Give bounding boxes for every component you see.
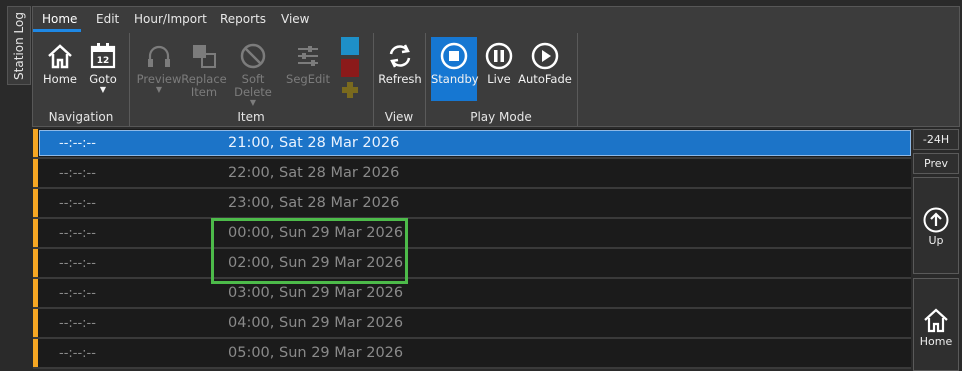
- row-marker: [33, 249, 38, 277]
- row-marker: [33, 159, 38, 187]
- sliders-icon: [298, 46, 318, 66]
- refresh-icon: [389, 44, 411, 68]
- log-row[interactable]: --:--:-- 21:00, Sat 28 Mar 2026: [33, 129, 911, 159]
- navigation-group-title: Navigation: [48, 110, 114, 124]
- row-marker: [33, 219, 38, 247]
- hour-header: 22:00, Sat 28 Mar 2026: [228, 165, 400, 181]
- station-log-tab[interactable]: Station Log: [7, 6, 31, 85]
- view-group: Refresh View: [373, 33, 426, 126]
- item-group-title: Item: [237, 110, 265, 124]
- row-time: --:--:--: [59, 226, 96, 241]
- add-color-icon[interactable]: [341, 81, 359, 99]
- log-row[interactable]: --:--:-- 00:00, Sun 29 Mar 2026: [33, 219, 911, 249]
- station-log-list[interactable]: --:--:-- 21:00, Sat 28 Mar 2026 --:--:--…: [33, 129, 911, 371]
- replace-item-button-label: Replace Item: [181, 72, 227, 99]
- hour-header: 21:00, Sat 28 Mar 2026: [228, 135, 400, 151]
- log-row[interactable]: --:--:-- 03:00, Sun 29 Mar 2026: [33, 279, 911, 309]
- live-button-label: Live: [487, 72, 511, 86]
- arrow-up-circle-icon: [923, 207, 949, 233]
- soft-delete-dropdown-arrow: ▼: [249, 98, 257, 107]
- navigation-group: Home 12 Goto ▼ Navigation: [33, 33, 130, 126]
- log-row[interactable]: --:--:-- 02:00, Sun 29 Mar 2026: [33, 249, 911, 279]
- row-time: --:--:--: [59, 196, 96, 211]
- refresh-button[interactable]: Refresh: [377, 41, 423, 86]
- preview-dropdown-arrow: ▼: [155, 85, 163, 94]
- row-marker: [33, 279, 38, 307]
- hour-header: 05:00, Sun 29 Mar 2026: [228, 345, 404, 361]
- calendar-day: 12: [97, 56, 110, 66]
- headphones-icon: [148, 45, 170, 67]
- menu-edit[interactable]: Edit: [96, 12, 119, 26]
- up-button-label: Up: [928, 234, 944, 247]
- standby-button-label: Standby: [431, 72, 479, 86]
- row-time: --:--:--: [59, 256, 96, 271]
- house-icon: [48, 44, 72, 69]
- minus-24h-button[interactable]: -24H: [913, 129, 959, 150]
- goto-button[interactable]: 12 Goto ▼: [83, 41, 123, 94]
- home-nav-button-label: Home: [919, 335, 953, 348]
- autofade-button[interactable]: AutoFade: [517, 41, 573, 86]
- active-menu-underline: [33, 29, 81, 32]
- play-circle-icon: [531, 42, 559, 70]
- right-nav-panel: -24H Prev Up Home: [913, 129, 960, 371]
- replace-item-button[interactable]: Replace Item: [181, 41, 227, 99]
- menu-hour-import[interactable]: Hour/Import: [134, 12, 207, 26]
- home-nav-button[interactable]: Home: [913, 278, 959, 371]
- selection-highlight: [39, 130, 911, 156]
- menu-bar: Home Edit Hour/Import Reports View: [33, 7, 959, 33]
- segedit-button-label: SegEdit: [286, 72, 330, 86]
- up-button[interactable]: Up: [913, 177, 959, 274]
- live-button[interactable]: Live: [479, 41, 519, 86]
- log-row[interactable]: --:--:-- 05:00, Sun 29 Mar 2026: [33, 339, 911, 369]
- play-mode-group-title: Play Mode: [470, 110, 532, 124]
- standby-button[interactable]: Standby: [431, 37, 479, 101]
- row-time: --:--:--: [59, 346, 96, 361]
- log-row[interactable]: --:--:-- 04:00, Sun 29 Mar 2026: [33, 309, 911, 339]
- hour-header: 23:00, Sat 28 Mar 2026: [228, 195, 400, 211]
- home-button[interactable]: Home: [41, 41, 79, 86]
- prev-button[interactable]: Prev: [913, 153, 959, 174]
- house-icon: [924, 308, 948, 333]
- row-marker: [33, 309, 38, 337]
- calendar-icon: 12: [90, 43, 116, 69]
- replace-icon: [193, 45, 216, 68]
- row-time: --:--:--: [59, 286, 96, 301]
- row-time: --:--:--: [59, 316, 96, 331]
- hour-header: 03:00, Sun 29 Mar 2026: [228, 285, 404, 301]
- red-swatch[interactable]: [341, 59, 359, 77]
- autofade-button-label: AutoFade: [518, 72, 572, 86]
- row-marker: [33, 339, 38, 367]
- item-group: Preview ▼ Replace Item Soft Delete ▼ Seg…: [129, 33, 374, 126]
- menu-reports[interactable]: Reports: [220, 12, 266, 26]
- hour-header: 04:00, Sun 29 Mar 2026: [228, 315, 404, 331]
- prohibited-icon: [240, 43, 266, 69]
- row-marker: [33, 129, 38, 157]
- preview-button[interactable]: Preview ▼: [135, 41, 183, 94]
- view-group-title: View: [384, 110, 414, 124]
- row-time: --:--:--: [59, 166, 96, 181]
- ribbon: Home Edit Hour/Import Reports View Home …: [32, 6, 960, 127]
- goto-dropdown-arrow: ▼: [99, 85, 107, 94]
- menu-home[interactable]: Home: [42, 12, 77, 26]
- blue-swatch[interactable]: [341, 37, 359, 55]
- row-marker: [33, 189, 38, 217]
- color-swatches: [341, 37, 359, 99]
- refresh-button-label: Refresh: [378, 72, 422, 86]
- soft-delete-button-label: Soft Delete: [234, 72, 272, 99]
- station-log-tab-label: Station Log: [12, 11, 26, 80]
- row-time: --:--:--: [59, 136, 96, 151]
- home-button-label: Home: [43, 72, 77, 86]
- log-row[interactable]: --:--:-- 23:00, Sat 28 Mar 2026: [33, 189, 911, 219]
- menu-view[interactable]: View: [281, 12, 309, 26]
- pause-circle-icon: [485, 42, 513, 70]
- stop-circle-icon: [440, 42, 468, 70]
- play-mode-group: Standby Live AutoFade Play Mode: [425, 33, 578, 126]
- log-row[interactable]: --:--:-- 22:00, Sat 28 Mar 2026: [33, 159, 911, 189]
- segedit-button[interactable]: SegEdit: [283, 41, 333, 86]
- soft-delete-button[interactable]: Soft Delete ▼: [229, 41, 277, 107]
- highlight-box: [211, 218, 408, 284]
